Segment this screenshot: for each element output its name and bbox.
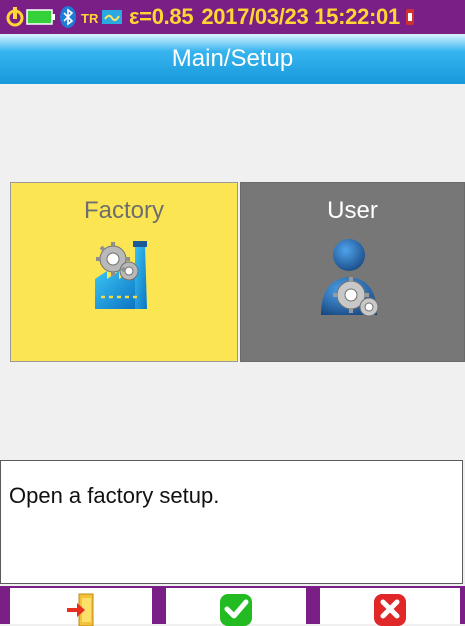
status-icons: TR (6, 0, 123, 34)
check-icon (220, 594, 252, 626)
title-bar: Main/Setup (0, 34, 465, 84)
setup-main-area: Factory User (0, 84, 465, 456)
cancel-button[interactable] (320, 588, 460, 626)
description-text: Open a factory setup. (9, 483, 220, 508)
cancel-x-icon (374, 594, 406, 626)
ok-button[interactable] (166, 588, 306, 626)
bluetooth-icon (60, 6, 76, 28)
user-tile-label: User (327, 197, 378, 224)
power-plug-icon (6, 7, 24, 27)
user-gears-icon (320, 239, 378, 317)
datetime-readout: 2017/03/23 15:22:01 (201, 4, 400, 29)
status-bar: TR ε=0.85 2017/03/23 15:22:01 (0, 0, 465, 34)
user-tile[interactable]: User (240, 182, 465, 362)
factory-tile-label: Factory (83, 197, 164, 224)
battery-icon (26, 9, 55, 25)
factory-tile[interactable]: Factory (10, 182, 238, 362)
factory-gears-icon (95, 241, 147, 309)
emissivity-readout: ε=0.85 (129, 4, 194, 29)
exit-button[interactable] (10, 588, 152, 626)
description-box: Open a factory setup. (0, 460, 463, 584)
tr-icon: TR (81, 11, 99, 26)
exit-door-icon (67, 593, 94, 626)
storage-icon (102, 10, 122, 24)
alarm-icon (405, 9, 414, 25)
page-title: Main/Setup (171, 45, 294, 72)
bottom-button-bar (0, 586, 465, 626)
svg-text:TR: TR (81, 11, 99, 26)
